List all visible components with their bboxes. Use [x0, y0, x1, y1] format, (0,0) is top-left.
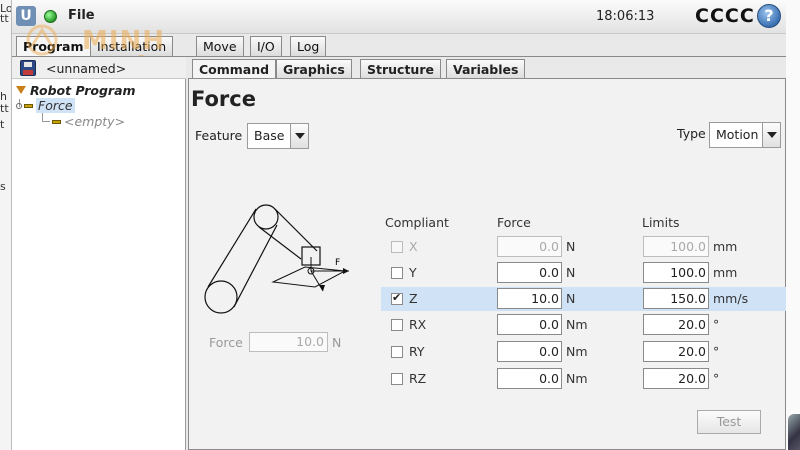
compliant-checkbox-ry[interactable]	[391, 346, 403, 358]
edge-fragment: tt	[0, 12, 9, 25]
tab-io[interactable]: I/O	[250, 36, 282, 56]
axis-label: RY	[409, 344, 425, 359]
tab-log[interactable]: Log	[290, 36, 327, 56]
polyscope-window: U File 18:06:13 CCCC ? Program Installat…	[12, 0, 787, 450]
header-bar: U File 18:06:13 CCCC ?	[12, 0, 786, 34]
axis-label: Y	[409, 265, 417, 280]
limit-unit: °	[713, 344, 720, 359]
limit-input-rz[interactable]: 20.0	[643, 368, 709, 389]
limit-unit: °	[713, 371, 720, 386]
feature-label: Feature	[195, 128, 243, 143]
compliant-checkbox-rx[interactable]	[391, 319, 403, 331]
axis-row-rx: RX 0.0 Nm 20.0 °	[381, 313, 787, 337]
collapse-triangle-icon	[16, 86, 26, 94]
limit-unit: mm	[713, 265, 738, 280]
limit-unit: mm	[713, 239, 738, 254]
force-input-ry[interactable]: 0.0	[497, 341, 562, 362]
edge-fragment: tt	[0, 102, 9, 115]
compliant-header: Compliant	[385, 215, 449, 230]
force-unit: N	[566, 239, 576, 254]
axis-row-ry: RY 0.0 Nm 20.0 °	[381, 340, 787, 364]
force-unit: N	[566, 291, 576, 306]
force-input-y[interactable]: 0.0	[497, 262, 562, 283]
force-unit: Nm	[566, 344, 588, 359]
compliant-checkbox-rz[interactable]	[391, 373, 403, 385]
force-input-z[interactable]: 10.0	[497, 288, 562, 309]
axis-row-y: Y 0.0 N 100.0 mm	[381, 261, 787, 285]
clock: 18:06:13	[596, 9, 655, 24]
total-force-input[interactable]: 10.0	[249, 332, 328, 352]
command-content: Force Feature Base Type Motion F Complia…	[188, 78, 787, 450]
limit-unit: °	[713, 317, 720, 332]
program-header: <unnamed>	[12, 57, 186, 79]
page-title: Force	[191, 87, 256, 111]
axis-label: RZ	[409, 371, 427, 386]
axis-row-rz: RZ 0.0 Nm 20.0 °	[381, 367, 787, 391]
force-diagram-icon: F	[204, 204, 349, 314]
tree-node-force[interactable]: Force	[16, 98, 75, 114]
force-input-x[interactable]: 0.0	[497, 236, 562, 257]
tab-variables[interactable]: Variables	[446, 59, 526, 79]
test-button[interactable]: Test	[697, 410, 761, 434]
help-icon[interactable]: ?	[757, 4, 781, 28]
limit-input-ry[interactable]: 20.0	[643, 341, 709, 362]
total-force-label: Force	[209, 335, 243, 350]
limit-input-y[interactable]: 100.0	[643, 262, 709, 283]
tab-move[interactable]: Move	[196, 36, 244, 56]
robot-status-dot-icon[interactable]	[44, 10, 57, 23]
tab-program[interactable]: Program	[16, 36, 91, 57]
limit-input-x[interactable]: 100.0	[643, 236, 709, 257]
node-marker-icon	[52, 120, 61, 124]
tab-graphics[interactable]: Graphics	[276, 59, 352, 79]
force-input-rz[interactable]: 0.0	[497, 368, 562, 389]
left-edge-strip: Lo tt h tt t s	[0, 0, 12, 450]
edge-fragment: s	[0, 180, 6, 193]
axis-label: RX	[409, 317, 427, 332]
force-unit: N	[566, 265, 576, 280]
edge-fragment: t	[0, 118, 5, 131]
tree-node-empty[interactable]: <empty>	[52, 114, 125, 130]
force-input-rx[interactable]: 0.0	[497, 314, 562, 335]
save-icon[interactable]	[20, 60, 36, 76]
diagram-force-label: F	[335, 258, 340, 268]
axis-row-x: X 0.0 N 100.0 mm	[381, 235, 787, 259]
limit-unit: mm/s	[713, 291, 749, 306]
node-expand-icon	[16, 103, 22, 109]
type-select[interactable]: Motion	[709, 122, 781, 148]
main-panel: Command Graphics Structure Variables For…	[188, 57, 787, 450]
limit-input-rx[interactable]: 20.0	[643, 314, 709, 335]
compliant-checkbox-y[interactable]	[391, 267, 403, 279]
force-header: Force	[497, 215, 531, 230]
right-edge-strip	[786, 0, 800, 450]
tab-command[interactable]: Command	[192, 59, 277, 79]
program-tree-panel: <unnamed> Robot Program Force <empty>	[12, 57, 186, 450]
tree-node-root[interactable]: Robot Program	[16, 83, 136, 99]
force-unit: Nm	[566, 371, 588, 386]
chevron-down-icon	[290, 124, 308, 148]
total-force-unit: N	[332, 335, 342, 350]
chevron-down-icon	[762, 123, 780, 147]
file-menu[interactable]: File	[68, 8, 95, 23]
feature-select[interactable]: Base	[247, 123, 309, 149]
limit-input-z[interactable]: 150.0	[643, 288, 709, 309]
tab-installation[interactable]: Installation	[90, 36, 174, 56]
node-marker-icon	[24, 104, 33, 108]
program-name: <unnamed>	[46, 61, 127, 76]
force-unit: Nm	[566, 317, 588, 332]
type-label: Type	[677, 126, 706, 141]
edge-decoration	[788, 414, 800, 450]
axis-label: X	[409, 239, 418, 254]
limits-header: Limits	[642, 215, 680, 230]
compliant-checkbox-x[interactable]	[391, 241, 403, 253]
axis-label: Z	[409, 291, 418, 306]
axis-row-z: Z 10.0 N 150.0 mm/s	[381, 287, 787, 311]
robot-name: CCCC	[695, 5, 755, 27]
ur-logo-icon: U	[16, 6, 36, 26]
tab-structure[interactable]: Structure	[360, 59, 441, 79]
compliant-checkbox-z[interactable]	[391, 291, 403, 305]
